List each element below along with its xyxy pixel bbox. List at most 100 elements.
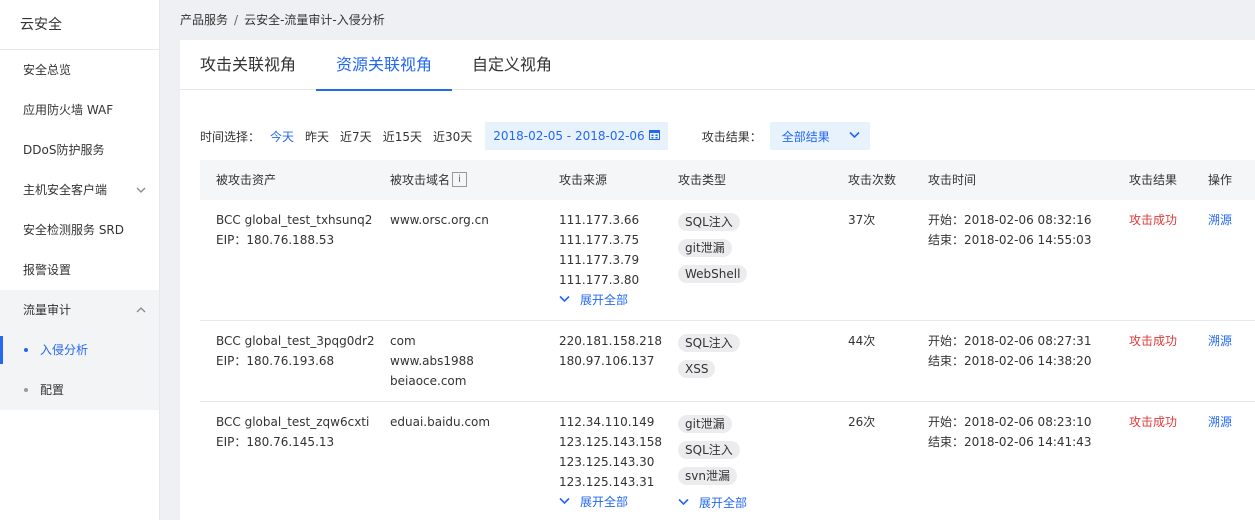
tab-attack-view[interactable]: 攻击关联视角 — [200, 40, 296, 90]
expand-sources-button[interactable]: 展开全部 — [559, 290, 628, 310]
attack-count: 37次 — [848, 213, 876, 227]
tab-custom-view[interactable]: 自定义视角 — [472, 40, 552, 90]
asset-name: BCC global_test_3pqg0dr2 — [216, 334, 375, 348]
expand-label: 展开全部 — [699, 496, 748, 510]
header-result: 攻击结果 — [1129, 173, 1178, 187]
attack-start-time: 开始：2018-02-06 08:27:31 — [928, 334, 1092, 348]
sidebar-item-srd[interactable]: 安全检测服务 SRD — [0, 210, 159, 250]
view-tabs: 攻击关联视角 资源关联视角 自定义视角 — [180, 40, 1255, 91]
source-cell: 111.177.3.66 111.177.3.75 111.177.3.79 1… — [559, 210, 639, 310]
source-ip: 220.181.158.218 — [559, 334, 663, 348]
domain-item: com — [390, 334, 416, 348]
sidebar-title: 云安全 — [0, 0, 159, 50]
sidebar-item-label: 安全检测服务 SRD — [23, 223, 125, 237]
filter-bar: 时间选择： 今天 昨天 近7天 近15天 近30天 2018-02-05 - 2… — [200, 122, 870, 150]
trace-link[interactable]: 溯源 — [1208, 210, 1232, 230]
header-time: 攻击时间 — [928, 173, 977, 187]
asset-cell: BCC global_test_3pqg0dr2 EIP：180.76.193.… — [216, 331, 375, 371]
sidebar-item-traffic-audit[interactable]: 流量审计 — [0, 290, 159, 330]
expand-label: 展开全部 — [580, 495, 629, 509]
sidebar-group-traffic-audit: 流量审计 入侵分析 配置 — [0, 290, 159, 410]
sidebar-item-label: DDoS防护服务 — [23, 143, 105, 157]
domain-cell: com www.abs1988 beiaoce.com — [390, 331, 474, 391]
time-option-15d[interactable]: 近15天 — [383, 128, 422, 145]
sidebar: 云安全 安全总览 应用防火墙 WAF DDoS防护服务 主机安全客户端 安全检测… — [0, 0, 160, 520]
asset-eip: EIP：180.76.145.13 — [216, 435, 335, 449]
date-range-picker[interactable]: 2018-02-05 - 2018-02-06 — [485, 122, 668, 150]
source-ip: 111.177.3.79 — [559, 253, 640, 267]
type-cell: git泄漏 SQL注入 svn泄漏 展开全部 — [678, 415, 747, 513]
breadcrumb-root[interactable]: 产品服务 — [180, 13, 228, 27]
attack-end-time: 结束：2018-02-06 14:38:20 — [928, 354, 1092, 368]
sidebar-item-label: 安全总览 — [23, 63, 72, 77]
sidebar-item-host-security[interactable]: 主机安全客户端 — [0, 170, 159, 210]
header-action: 操作 — [1208, 173, 1233, 187]
sidebar-item-label: 报警设置 — [23, 263, 72, 277]
sidebar-item-label: 流量审计 — [23, 303, 72, 317]
calendar-icon — [648, 122, 660, 150]
header-asset: 被攻击资产 — [216, 173, 277, 187]
attack-end-time: 结束：2018-02-06 14:55:03 — [928, 233, 1092, 247]
source-ip: 111.177.3.80 — [559, 273, 640, 287]
tab-resource-view[interactable]: 资源关联视角 — [316, 40, 452, 91]
source-ip: 180.97.106.137 — [559, 354, 655, 368]
header-source: 攻击来源 — [559, 173, 608, 187]
type-cell: SQL注入 git泄漏 WebShell — [678, 213, 748, 291]
sidebar-item-overview[interactable]: 安全总览 — [0, 50, 159, 90]
sidebar-subitem-intrusion-analysis[interactable]: 入侵分析 — [0, 330, 159, 370]
table-header: 被攻击资产 被攻击域名 i 攻击来源 攻击类型 攻击次数 攻击时间 攻击结果 操作 — [200, 160, 1255, 200]
attack-type-tag: SQL注入 — [678, 441, 740, 459]
time-cell: 开始：2018-02-06 08:32:16 结束：2018-02-06 14:… — [928, 210, 1091, 250]
domain-item: www.orsc.org.cn — [390, 213, 489, 227]
chevron-up-icon — [135, 290, 147, 330]
attack-type-tag: svn泄漏 — [678, 467, 737, 485]
table-row: BCC global_test_txhsunq2 EIP：180.76.188.… — [200, 200, 1255, 321]
attack-type-tag: SQL注入 — [678, 334, 740, 352]
breadcrumb: 产品服务 / 云安全-流量审计-入侵分析 — [180, 0, 385, 40]
sidebar-subitem-label: 入侵分析 — [40, 343, 89, 357]
table-row: BCC global_test_zqw6cxti EIP：180.76.145.… — [200, 402, 1255, 520]
type-cell: SQL注入 XSS — [678, 334, 740, 386]
time-option-7d[interactable]: 近7天 — [340, 128, 372, 145]
main-panel: 攻击关联视角 资源关联视角 自定义视角 时间选择： 今天 昨天 近7天 近15天… — [180, 40, 1255, 520]
chevron-down-icon — [849, 129, 860, 143]
trace-link[interactable]: 溯源 — [1208, 331, 1232, 351]
table-row: BCC global_test_3pqg0dr2 EIP：180.76.193.… — [200, 321, 1255, 402]
time-option-30d[interactable]: 近30天 — [433, 128, 472, 145]
domain-item: beiaoce.com — [390, 374, 467, 388]
bullet-icon — [24, 348, 28, 352]
attack-end-time: 结束：2018-02-06 14:41:43 — [928, 435, 1092, 449]
chevron-down-icon — [559, 290, 570, 310]
sidebar-item-ddos[interactable]: DDoS防护服务 — [0, 130, 159, 170]
source-ip: 112.34.110.149 — [559, 415, 655, 429]
source-ip: 123.125.143.31 — [559, 475, 655, 489]
chevron-down-icon — [135, 170, 147, 210]
attack-start-time: 开始：2018-02-06 08:23:10 — [928, 415, 1092, 429]
sidebar-item-alarm[interactable]: 报警设置 — [0, 250, 159, 290]
attack-result-select[interactable]: 全部结果 — [769, 122, 870, 150]
attack-type-tag: git泄漏 — [678, 415, 732, 433]
asset-name: BCC global_test_txhsunq2 — [216, 213, 373, 227]
attack-result-value: 全部结果 — [781, 129, 830, 144]
sidebar-item-waf[interactable]: 应用防火墙 WAF — [0, 90, 159, 130]
sidebar-item-label: 主机安全客户端 — [23, 183, 108, 197]
header-count: 攻击次数 — [848, 173, 897, 187]
sidebar-subitem-label: 配置 — [40, 383, 65, 397]
time-cell: 开始：2018-02-06 08:23:10 结束：2018-02-06 14:… — [928, 412, 1091, 452]
bullet-icon — [24, 388, 28, 392]
attack-count: 44次 — [848, 334, 876, 348]
expand-sources-button[interactable]: 展开全部 — [559, 492, 628, 512]
time-option-today[interactable]: 今天 — [270, 128, 294, 145]
info-icon[interactable]: i — [452, 172, 468, 187]
attack-type-tag: XSS — [678, 360, 716, 378]
time-option-yesterday[interactable]: 昨天 — [305, 128, 329, 145]
breadcrumb-separator: / — [234, 13, 239, 27]
sidebar-item-label: 应用防火墙 WAF — [23, 103, 114, 117]
trace-link[interactable]: 溯源 — [1208, 412, 1232, 432]
header-domain-label: 被攻击域名 — [390, 173, 451, 187]
sidebar-subitem-config[interactable]: 配置 — [0, 370, 159, 410]
attack-result: 攻击成功 — [1129, 213, 1178, 227]
attack-result-label: 攻击结果： — [701, 129, 762, 144]
expand-types-button[interactable]: 展开全部 — [678, 493, 747, 513]
domain-item: www.abs1988 — [390, 354, 474, 368]
